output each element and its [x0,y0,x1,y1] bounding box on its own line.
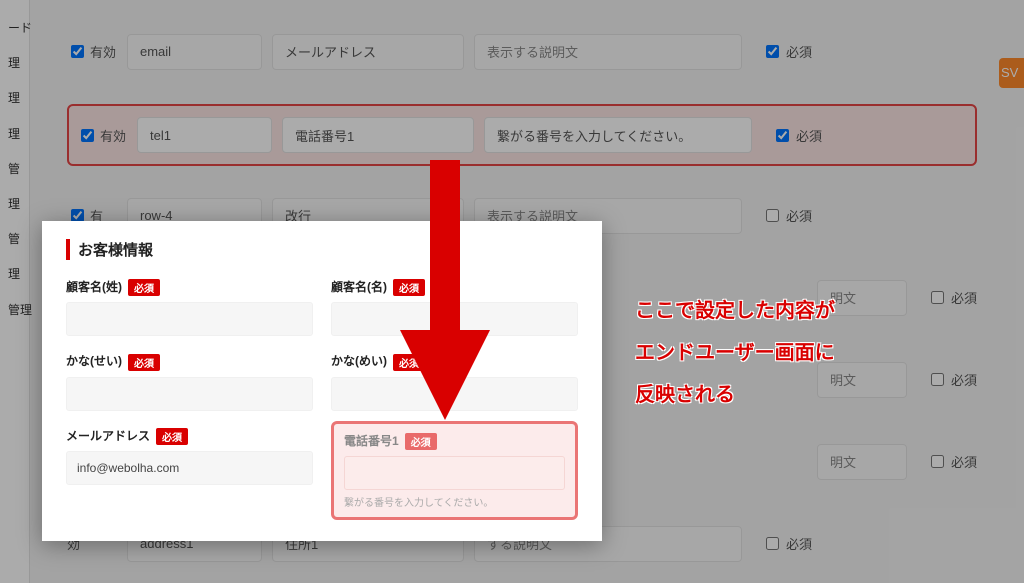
sidebar-item[interactable]: 管理 [0,282,29,317]
sidebar-item[interactable]: 管 [0,211,29,246]
lastname-input[interactable] [66,302,313,336]
required-badge: 必須 [393,279,425,296]
field-key[interactable]: tel1 [137,117,272,153]
firstname-input[interactable] [331,302,578,336]
required-checkbox[interactable] [766,209,779,222]
required-checkbox[interactable] [931,373,944,386]
required-checkbox[interactable] [766,537,779,550]
required-label: 必須 [951,452,977,471]
field-label: 顧客名(姓)必須 [66,278,313,296]
csv-button[interactable]: SV [999,58,1024,88]
sidebar-item[interactable]: 理 [0,70,29,105]
required-label: 必須 [786,206,812,225]
field-name[interactable]: 電話番号1 [282,117,474,153]
enabled-checkbox[interactable] [71,45,84,58]
enabled-label: 有効 [100,126,126,145]
required-label: 必須 [786,42,812,61]
enabled-label: 有効 [90,42,116,61]
sidebar-item[interactable]: ード [0,0,29,35]
field-label: 電話番号1必須 [344,432,565,450]
field-name[interactable]: メールアドレス [272,34,464,70]
tel1-help: 繋がる番号を入力してください。 [344,494,565,509]
field-label: 顧客名(名)必須 [331,278,578,296]
field-desc[interactable]: 明文 [817,362,907,398]
enabled-checkbox[interactable] [81,129,94,142]
required-label: 必須 [796,126,822,145]
email-input[interactable] [66,451,313,485]
preview-panel: お客様情報 顧客名(姓)必須 顧客名(名)必須 かな(せい)必須 かな(めい)必… [42,221,602,541]
required-badge: 必須 [128,354,160,371]
tel-field-highlighted: 電話番号1必須 繋がる番号を入力してください。 [331,421,578,520]
required-label: 必須 [951,288,977,307]
config-row: 有効 email メールアドレス 表示する説明文 必須 [67,24,977,79]
field-desc[interactable]: 明文 [817,444,907,480]
required-badge: 必須 [405,433,437,450]
required-label: 必須 [951,370,977,389]
panel-title: お客様情報 [66,239,578,260]
required-checkbox[interactable] [931,455,944,468]
kana-mei-input[interactable] [331,377,578,411]
field-label: かな(せい)必須 [66,352,313,370]
config-row-highlighted: 有効 tel1 電話番号1 繋がる番号を入力してください。 必須 [67,104,977,166]
required-checkbox[interactable] [931,291,944,304]
field-label: かな(めい)必須 [331,352,578,370]
sidebar-item[interactable]: 理 [0,176,29,211]
required-badge: 必須 [393,354,425,371]
required-checkbox[interactable] [766,45,779,58]
field-desc[interactable]: 繋がる番号を入力してください。 [484,117,752,153]
required-badge: 必須 [156,428,188,445]
sidebar-item[interactable]: 理 [0,35,29,70]
kana-sei-input[interactable] [66,377,313,411]
admin-sidebar: ード 理 理 理 管 理 管 理 管理 [0,0,30,583]
sidebar-item[interactable]: 管 [0,141,29,176]
required-badge: 必須 [128,279,160,296]
field-desc[interactable]: 明文 [817,280,907,316]
field-key[interactable]: email [127,34,262,70]
sidebar-item[interactable]: 理 [0,246,29,281]
sidebar-item[interactable]: 理 [0,106,29,141]
tel1-input[interactable] [344,456,565,490]
required-label: 必須 [786,534,812,553]
required-checkbox[interactable] [776,129,789,142]
field-label: メールアドレス必須 [66,427,313,445]
field-desc[interactable]: 表示する説明文 [474,34,742,70]
